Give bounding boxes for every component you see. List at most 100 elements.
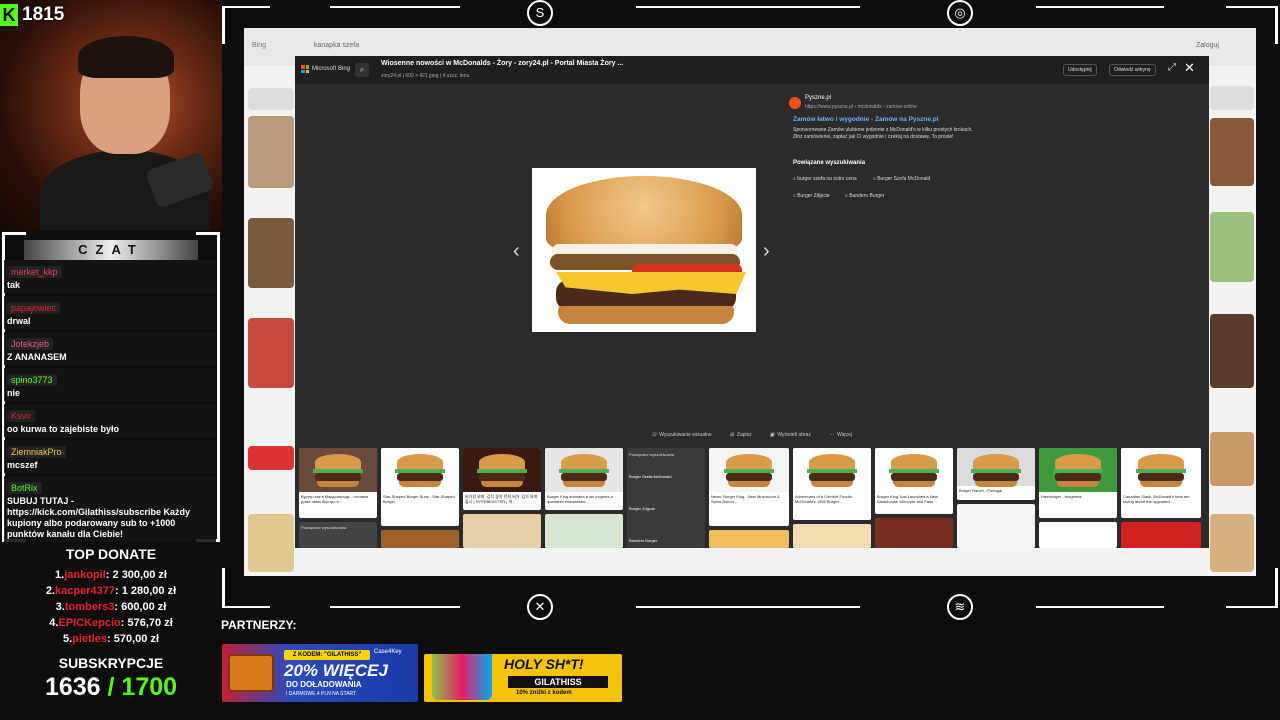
image-tile[interactable]: Canadian Slack: McDonald's fans are ravi… — [1121, 448, 1201, 518]
banner-offer: 10% zniżki z kodem — [516, 690, 572, 696]
bg-thumbnail[interactable] — [1210, 432, 1254, 486]
view-image-button[interactable]: ▣ Wyświetl obraz — [770, 428, 811, 442]
chat-message: BotRix SUBUJ TUTAJ - https://kick.com/Gil… — [4, 476, 216, 542]
more-button[interactable]: ⋯ Więcej — [829, 428, 852, 442]
save-button[interactable]: ⊞ Zapisz — [730, 428, 752, 442]
donor-row: 5.pietles: 570,00 zł — [62, 633, 160, 645]
close-icon[interactable]: ✕ — [1184, 60, 1195, 76]
image-tile[interactable] — [1039, 522, 1117, 548]
image-tile[interactable]: Бургер как в Макдональдс - готовим дома … — [299, 448, 377, 518]
frame-corner — [222, 568, 225, 608]
chevron-right-icon[interactable]: › — [763, 240, 770, 263]
bing-logo[interactable]: Bing — [252, 42, 266, 49]
pyszne-logo-icon — [789, 97, 801, 109]
main-image-burger[interactable] — [532, 168, 756, 332]
bg-thumbnail[interactable] — [248, 218, 294, 288]
chat-username: ZiemniakPro — [7, 446, 66, 458]
frame-corner — [1226, 606, 1278, 608]
microsoft-bing-logo[interactable]: Microsoft Bing — [301, 65, 350, 73]
holy-banner: HOLY SH*T! GILATHISS 10% zniżki z kodem — [424, 654, 622, 702]
ad-description: Sponsorowane Zamów ulubione jedzenie z M… — [793, 127, 973, 140]
related-tile-label[interactable]: Burger Zdjęcie — [629, 506, 703, 511]
image-tile[interactable]: Burger King animaba a las mujeres a qued… — [545, 448, 623, 510]
bg-thumbnail[interactable] — [248, 88, 294, 110]
image-tile[interactable] — [463, 514, 541, 548]
bg-thumbnail[interactable] — [1210, 514, 1254, 572]
chat-username: BotRix — [7, 482, 42, 494]
frame-corner — [1226, 6, 1278, 8]
image-tile[interactable] — [1121, 522, 1201, 548]
banner-brand: Case4Key — [374, 649, 402, 655]
image-tile[interactable]: Adventures of a Comfort Foodie: McDonald… — [793, 448, 871, 520]
expand-icon[interactable]: ⤢ — [1168, 62, 1176, 73]
chat-text: drwal — [7, 316, 31, 326]
bg-thumbnail[interactable] — [1210, 212, 1254, 282]
related-chip[interactable]: ⌕ burger szefa na ostro cena — [793, 176, 857, 182]
chat-title: CZAT — [24, 240, 198, 260]
chat-message: spino3773 nie — [4, 368, 216, 401]
source-url[interactable]: https://www.pyszne.pl › mcdonalds › zamo… — [805, 104, 917, 110]
donor-row: 1.jankopil: 2 300,00 zł — [55, 569, 167, 581]
image-tile[interactable]: Hamburger - burgerme — [1039, 448, 1117, 518]
chat-message: ZiemniakPro mcszef — [4, 440, 216, 473]
banner-headline: 20% WIĘCEJ — [284, 661, 388, 680]
bg-thumbnail[interactable] — [248, 318, 294, 388]
banner-code: Z KODEM: "GILATHISS" — [284, 650, 370, 660]
subs-title: SUBSKRYPCJE — [58, 655, 164, 671]
image-icon: ▣ — [769, 432, 775, 438]
image-tile[interactable]: 버거킹 와퍼, 김치 좋아 먼저 버거 '김치 와퍼' 출시 | HYPEBEA… — [463, 448, 541, 510]
image-tile[interactable] — [875, 518, 953, 548]
chat-list: merket_kkp tak papajowiec drwal Jotekzjeb Z… — [4, 260, 216, 545]
frame-corner — [222, 6, 270, 8]
visual-search-button[interactable]: ⊡ Wyszukiwanie wizualne — [652, 428, 712, 442]
related-images-strip: Бургер как в Макдональдс - готовим дома … — [297, 448, 1207, 548]
chat-text: SUBUJ TUTAJ - https://kick.com/Gilathiss… — [7, 496, 191, 539]
related-searches-tile[interactable]: Powiązane wyszukiwania — [299, 522, 377, 548]
image-tile[interactable] — [793, 524, 871, 548]
image-tile[interactable]: Star-Shaped Burger Buns : Star-Shaped Bu… — [381, 448, 459, 526]
visit-site-button[interactable]: Odwiedź witrynę — [1109, 64, 1156, 76]
image-tile[interactable]: News: Burger King - New Mushroom & Swiss… — [709, 448, 789, 526]
donor-list: 1.jankopil: 2 300,00 zł 2.kacper4377: 1 … — [0, 567, 222, 647]
image-tile[interactable] — [709, 530, 789, 548]
bing-search-query[interactable]: kanapka szefa — [314, 42, 359, 49]
bg-thumbnail[interactable] — [1210, 314, 1254, 388]
bg-thumbnail[interactable] — [248, 446, 294, 470]
treasure-chest-icon — [228, 654, 274, 692]
subs-goal: / 1700 — [100, 673, 178, 701]
search-icon[interactable]: ⌕ — [355, 63, 369, 77]
image-tile[interactable] — [545, 514, 623, 548]
related-tile-label[interactable]: Bandero Burger — [629, 538, 703, 543]
chat-text: tak — [7, 280, 21, 290]
image-tile[interactable]: Burger Ranch - Portugal — [957, 448, 1035, 500]
image-meta: zory24.pl | 600 × 421 jpeg | 4 szcz. ten… — [381, 73, 470, 79]
bg-thumbnail[interactable] — [248, 116, 294, 188]
related-chip[interactable]: ⌕ Bandero Burger — [845, 193, 885, 199]
signin-button[interactable]: Zaloguj — [1196, 42, 1219, 49]
frame-corner — [1275, 568, 1278, 608]
chat-text: Z ANANASEM — [7, 352, 67, 362]
related-chip[interactable]: ⌕ Burger Szefa McDonald — [873, 176, 930, 182]
chat-message: Ksvir oo kurwa to zajebiste było — [4, 404, 216, 437]
related-tile-label[interactable]: Burger Szefa McDonald — [629, 474, 703, 479]
chat-username: Ksvir — [7, 410, 35, 422]
frame-line — [636, 6, 860, 8]
visual-search-icon: ⊡ — [652, 432, 657, 438]
related-searches-tile[interactable]: Powiązane wyszukiwania Burger Szefa McDo… — [627, 448, 705, 548]
image-tile[interactable] — [381, 530, 459, 548]
bg-thumbnail[interactable] — [248, 514, 294, 572]
image-tile[interactable]: Burger King Just Launched a New Steakhou… — [875, 448, 953, 514]
image-title[interactable]: Wiosenne nowości w McDonalds - Żory - zo… — [381, 60, 623, 67]
bg-thumbnail[interactable] — [1210, 118, 1254, 186]
chevron-left-icon[interactable]: ‹ — [513, 240, 520, 263]
ad-title-link[interactable]: Zamów łatwo i wygodnie - Zamów na Pyszne… — [793, 116, 939, 123]
source-name[interactable]: Pyszne.pl — [805, 95, 831, 101]
drink-cans-icon — [432, 654, 492, 700]
bookmark-icon: ⊞ — [729, 432, 734, 438]
share-button[interactable]: Udostępnij — [1063, 64, 1097, 76]
image-tile[interactable] — [957, 504, 1035, 548]
related-chip[interactable]: ⌕ Burger Zdjęcie — [793, 193, 830, 199]
bg-thumbnail[interactable] — [1210, 86, 1254, 110]
frame-corner — [222, 6, 225, 44]
microsoft-logo-icon — [301, 65, 309, 73]
